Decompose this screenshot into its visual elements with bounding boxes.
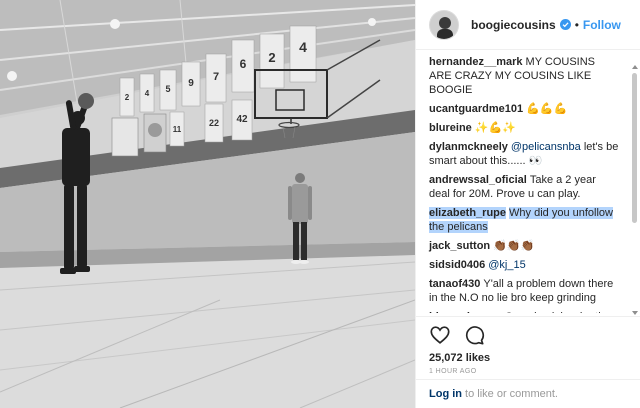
login-prompt: Log in to like or comment. <box>416 379 640 408</box>
comment-item: blureine ✨💪✨ <box>429 121 619 135</box>
comment-item: hernandez__mark MY COUSINS ARE CRAZY MY C… <box>429 55 619 97</box>
banner-number: 7 <box>213 71 219 83</box>
banner-number: 11 <box>173 125 182 134</box>
comment-username[interactable]: andrewssal_oficial <box>429 174 527 186</box>
login-link[interactable]: Log in <box>429 388 462 400</box>
banner-number: 22 <box>209 118 219 128</box>
login-prompt-text: to like or comment. <box>462 388 558 400</box>
comment-username[interactable]: hernandez__mark <box>429 56 523 68</box>
post-actions: 25,072 likes 1 HOUR AGO <box>416 316 640 375</box>
comment-mention-link[interactable]: @kj_15 <box>488 259 525 271</box>
scroll-up-arrow[interactable] <box>632 65 638 69</box>
comment-item: dylanmckneely @pelicansnba let's be smart… <box>429 140 619 168</box>
verified-badge-icon <box>559 19 571 30</box>
post-photo: 2 4 5 9 7 6 2 4 22 42 11 <box>0 0 415 408</box>
header-separator: • <box>574 17 579 32</box>
post-side-panel: boogiecousins • Follow hernandez__mark MY… <box>415 0 640 408</box>
scroll-thumb[interactable] <box>632 73 637 223</box>
comment-item: jack_sutton 👏🏾👏🏾👏🏾 <box>429 239 619 253</box>
comment-username[interactable]: dylanmckneely <box>429 141 508 153</box>
comment-item: sidsid0406 @kj_15 <box>429 258 619 272</box>
comment-item: ucantguardme101 💪💪💪 <box>429 102 619 116</box>
post-username[interactable]: boogiecousins <box>471 18 556 32</box>
comment-username[interactable]: tanaof430 <box>429 278 480 290</box>
banner-number: 5 <box>165 84 170 94</box>
comment-item: bheeseburgerComeback harder than before <box>429 310 619 313</box>
comment-text: ✨💪✨ <box>474 122 516 134</box>
post-header: boogiecousins • Follow <box>416 0 640 50</box>
heart-icon[interactable] <box>429 324 451 346</box>
comment-mention-link[interactable]: @pelicansnba <box>511 141 581 153</box>
comment-scrollbar[interactable] <box>632 65 638 315</box>
post-timestamp[interactable]: 1 HOUR AGO <box>429 368 628 375</box>
comment-username[interactable]: sidsid0406 <box>429 259 485 271</box>
banner-number: 4 <box>299 39 307 55</box>
comment-item: tanaof430 Y'all a problem down there in t… <box>429 277 619 305</box>
banner-number: 4 <box>145 89 150 98</box>
comment-item: andrewssal_oficial Take a 2 year deal for… <box>429 173 619 201</box>
scroll-down-arrow[interactable] <box>632 311 638 315</box>
basketball <box>78 93 94 109</box>
gym-photo: 2 4 5 9 7 6 2 4 22 42 11 <box>0 0 415 408</box>
follow-button[interactable]: Follow <box>583 18 621 32</box>
comment-username[interactable]: blureine <box>429 122 472 134</box>
comment-item: elizabeth_rupe Why did you unfollow the p… <box>429 206 619 234</box>
comment-list: hernandez__mark MY COUSINS ARE CRAZY MY C… <box>416 55 640 313</box>
banner-number: 6 <box>240 57 247 71</box>
banner-number: 2 <box>268 50 275 65</box>
comment-username[interactable]: elizabeth_rupe <box>429 207 507 219</box>
comment-username[interactable]: ucantguardme101 <box>429 103 523 115</box>
comment-text: 💪💪💪 <box>526 103 568 115</box>
comment-username[interactable]: jack_sutton <box>429 240 490 252</box>
comment-username[interactable]: bheeseburger <box>429 311 502 313</box>
banner-number: 2 <box>125 93 130 102</box>
banner-number: 42 <box>236 114 248 125</box>
like-count[interactable]: 25,072 likes <box>429 352 628 364</box>
avatar[interactable] <box>429 9 459 40</box>
comment-icon[interactable] <box>463 324 485 346</box>
banner-number: 9 <box>188 78 194 89</box>
comment-text: 👏🏾👏🏾👏🏾 <box>493 240 535 252</box>
